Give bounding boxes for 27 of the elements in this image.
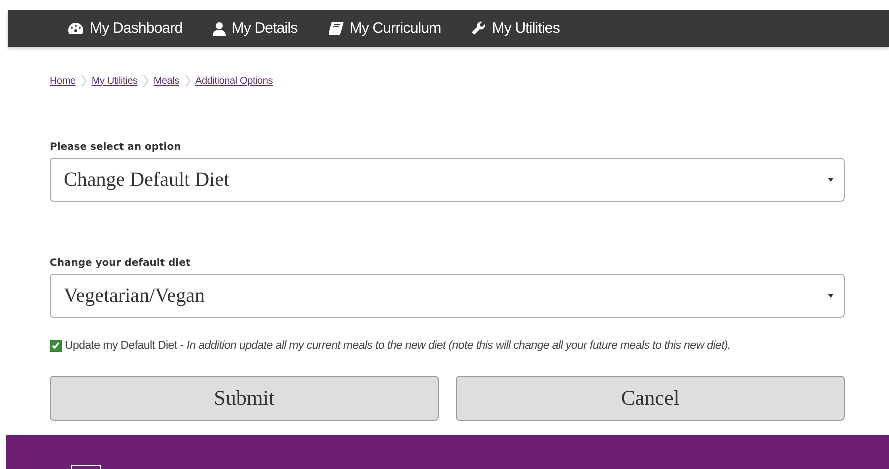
field-label: Please select an option (50, 142, 182, 153)
select-field[interactable]: Change Default Diet (50, 158, 845, 202)
person-icon (212, 22, 226, 36)
nav-link[interactable]: My Details (212, 20, 298, 37)
submit-button[interactable]: Submit (50, 376, 439, 421)
chevron-icon (80, 75, 87, 87)
checkbox-label: Update my Default Diet (65, 340, 178, 352)
checkbox-note: In addition update all my current meals to the new diet (note this will change all your future meals to this new diet). (186, 340, 731, 352)
select-field[interactable]: Vegetarian/Vegan (50, 274, 845, 318)
nav-link[interactable]: My Curriculum (328, 20, 442, 37)
nav-link[interactable]: My Utilities (471, 20, 560, 37)
caret-icon (828, 294, 834, 298)
breadcrumb-link[interactable]: Meals (154, 76, 180, 86)
chevron-icon (184, 75, 190, 87)
cancel-button[interactable]: Cancel (456, 376, 845, 421)
field-label: Change your default diet (50, 258, 192, 269)
caret-icon (828, 178, 834, 182)
dashboard-icon (68, 22, 84, 35)
separator-dash: - (180, 340, 184, 352)
checkbox[interactable] (50, 340, 62, 352)
wrench-icon (471, 21, 486, 36)
nav-link[interactable]: My Dashboard (68, 20, 183, 37)
breadcrumb-link[interactable]: Additional Options (196, 76, 274, 86)
book-icon (328, 22, 344, 36)
chevron-icon (142, 75, 149, 87)
breadcrumb-link[interactable]: Home (50, 76, 76, 86)
breadcrumb-link[interactable]: My Utilities (92, 76, 138, 86)
